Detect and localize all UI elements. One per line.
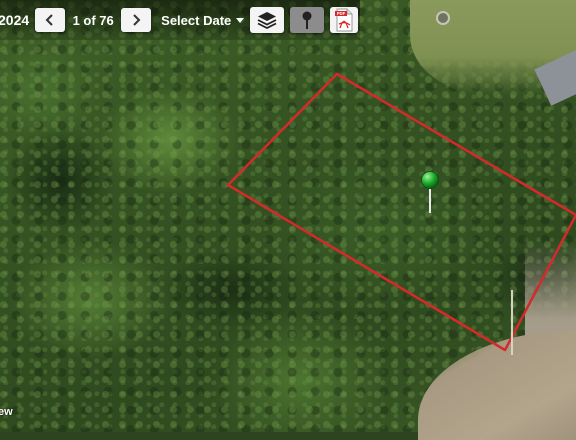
chevron-left-icon <box>45 14 53 26</box>
pdf-icon: PDF <box>335 8 353 32</box>
pdf-badge-text: PDF <box>337 11 346 16</box>
previous-image-button[interactable] <box>35 8 66 32</box>
corner-label: ew <box>0 406 13 418</box>
aerial-map[interactable]: ew <box>0 0 576 440</box>
pdf-export-button[interactable]: PDF <box>330 7 359 33</box>
imagery-toolbar: 2024 1 of 76 Select Date PDF <box>0 0 360 40</box>
pin-tool-button[interactable] <box>290 7 325 33</box>
select-date-dropdown[interactable]: Select Date <box>161 12 245 28</box>
next-image-button[interactable] <box>121 8 152 32</box>
parcel-outline <box>226 72 576 352</box>
caret-down-icon <box>236 17 245 23</box>
year-label: 2024 <box>0 12 30 28</box>
image-counter: 1 of 76 <box>72 12 114 28</box>
location-marker-icon[interactable] <box>420 171 440 217</box>
map-pin-icon <box>302 11 312 29</box>
layers-icon <box>257 12 277 29</box>
layers-button[interactable] <box>250 7 285 33</box>
select-date-label: Select Date <box>161 12 232 28</box>
parcel-boundary <box>226 72 576 355</box>
chevron-right-icon <box>133 14 141 26</box>
